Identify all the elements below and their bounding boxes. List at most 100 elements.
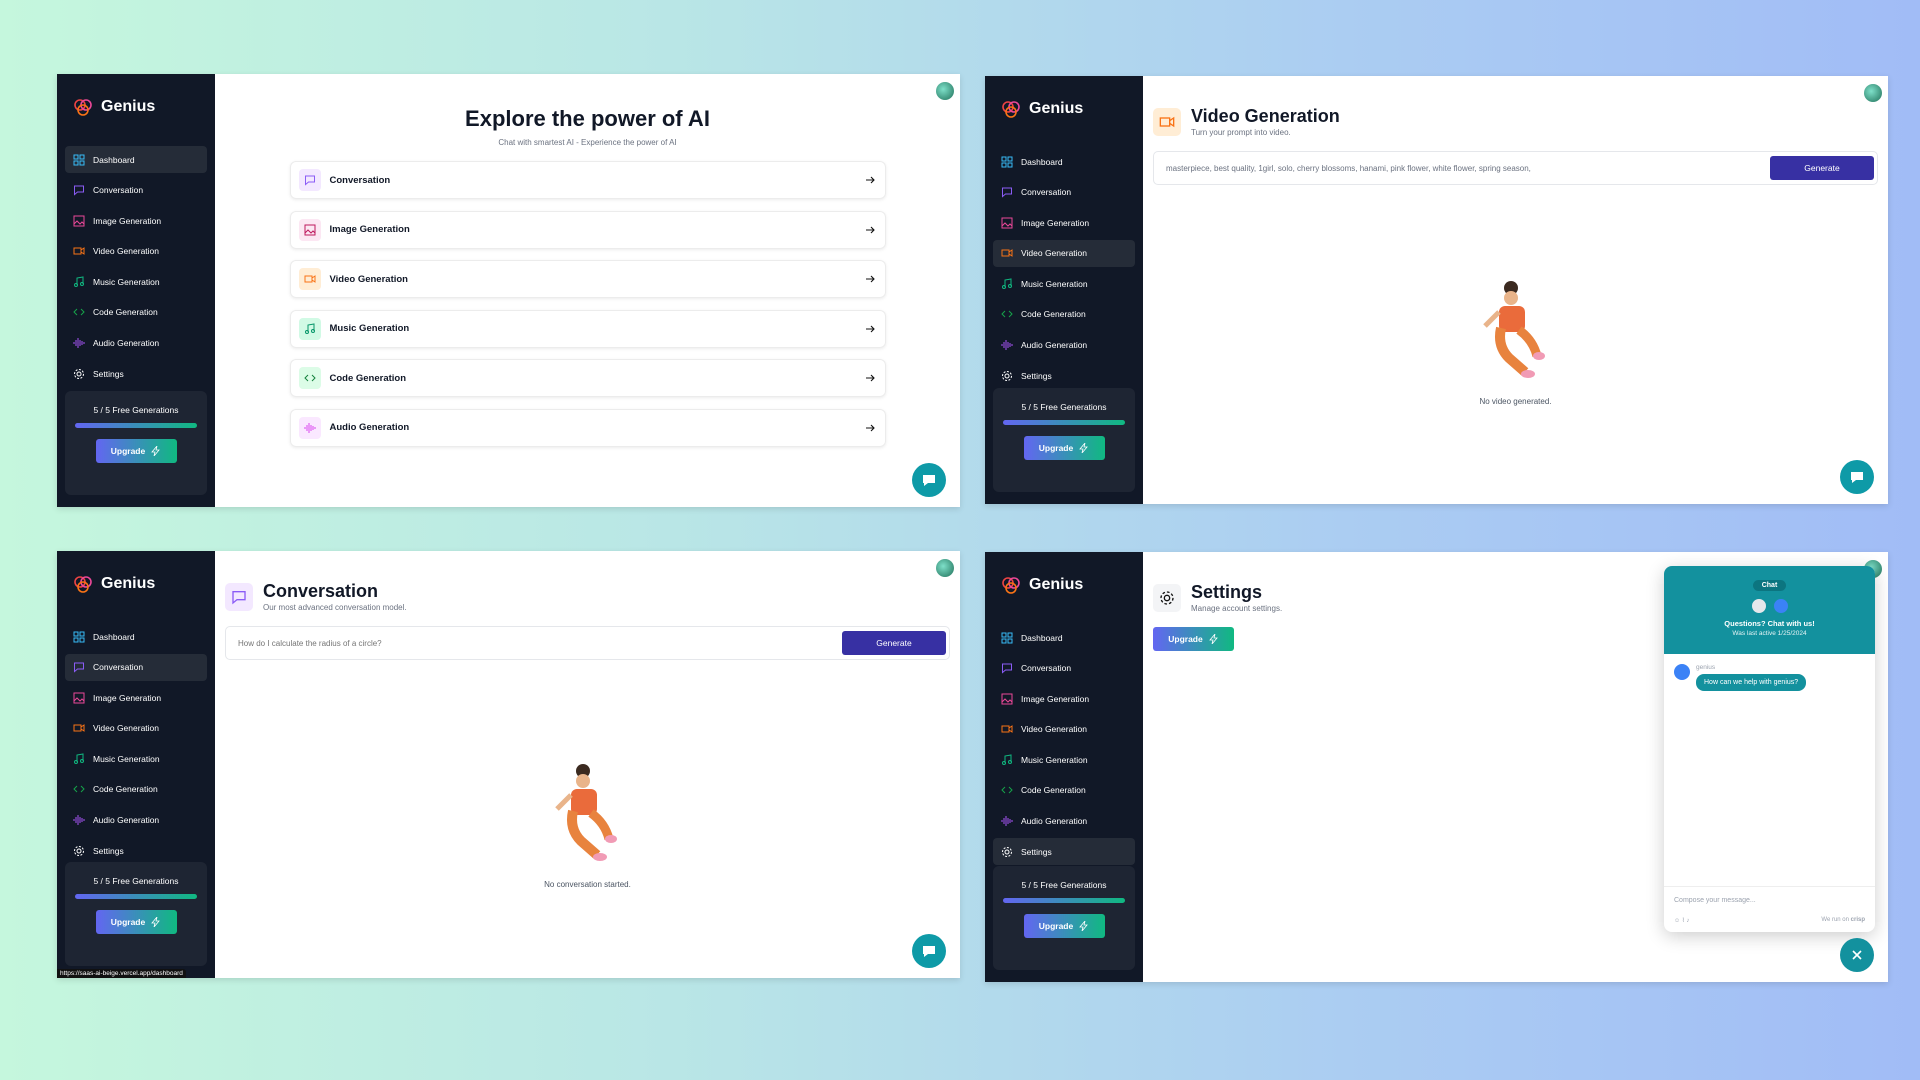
- sidebar-item-music-generation[interactable]: Music Generation: [65, 745, 207, 772]
- tool-card-audio-generation[interactable]: Audio Generation: [289, 408, 886, 447]
- upgrade-button[interactable]: Upgrade: [95, 439, 177, 463]
- arrow-right-icon: [865, 176, 875, 184]
- emoji-icon[interactable]: ☺: [1674, 918, 1680, 924]
- sidebar-item-code-generation[interactable]: Code Generation: [993, 777, 1135, 804]
- video-icon: [1001, 249, 1013, 258]
- sidebar-item-image-generation[interactable]: Image Generation: [993, 209, 1135, 236]
- sidebar-item-audio-generation[interactable]: Audio Generation: [993, 808, 1135, 835]
- zap-icon: [1208, 634, 1218, 644]
- sidebar-item-music-generation[interactable]: Music Generation: [993, 746, 1135, 773]
- logo[interactable]: Genius: [65, 92, 207, 122]
- audio-icon[interactable]: ♪: [1686, 918, 1689, 924]
- settings-upgrade-button[interactable]: Upgrade: [1153, 627, 1234, 651]
- chat-close-button[interactable]: [1840, 938, 1874, 972]
- credit-progress-bar: [1003, 898, 1125, 903]
- sidebar-item-image-generation[interactable]: Image Generation: [65, 684, 207, 711]
- upgrade-button[interactable]: Upgrade: [95, 910, 177, 934]
- attach-icon[interactable]: ⌇: [1682, 918, 1685, 924]
- sidebar-item-settings[interactable]: Settings: [993, 838, 1135, 866]
- sidebar-item-conversation[interactable]: Conversation: [65, 177, 207, 204]
- generate-button[interactable]: Generate: [1770, 156, 1874, 180]
- upgrade-button[interactable]: Upgrade: [1023, 914, 1105, 938]
- tool-icon-box: [298, 317, 321, 340]
- sidebar-item-code-generation[interactable]: Code Generation: [65, 299, 207, 326]
- agent-avatars: [1664, 597, 1875, 615]
- sidebar-item-label: Settings: [93, 845, 124, 856]
- sidebar-item-label: Image Generation: [93, 692, 162, 703]
- logo[interactable]: Genius: [65, 569, 207, 599]
- sidebar-item-conversation[interactable]: Conversation: [993, 655, 1135, 682]
- gear-icon: [1160, 590, 1174, 605]
- chat-footer: ☺ ⌇ ♪ We run on crisp: [1674, 917, 1865, 924]
- sidebar-item-conversation[interactable]: Conversation: [993, 179, 1135, 206]
- prompt-input[interactable]: [238, 638, 842, 648]
- logo[interactable]: Genius: [993, 570, 1135, 600]
- chat-last-active: Was last active 1/25/2024: [1732, 630, 1807, 637]
- arrow-right-icon: [865, 275, 875, 283]
- chat-tab[interactable]: Chat: [1752, 580, 1787, 591]
- empty-state-text: No conversation started.: [544, 880, 631, 889]
- powered-by[interactable]: We run on crisp: [1821, 917, 1865, 924]
- free-credits-card: 5 / 5 Free Generations Upgrade: [65, 862, 207, 966]
- chat-launcher-button[interactable]: [912, 934, 946, 968]
- sidebar-item-label: Music Generation: [93, 753, 160, 764]
- code-icon: [73, 309, 85, 316]
- zap-icon: [151, 917, 161, 927]
- sidebar-item-conversation[interactable]: Conversation: [65, 653, 207, 681]
- sidebar-item-settings[interactable]: Settings: [993, 362, 1135, 389]
- upgrade-label: Upgrade: [1168, 634, 1203, 644]
- sidebar-item-audio-generation[interactable]: Audio Generation: [993, 332, 1135, 359]
- image-icon: [1001, 217, 1013, 229]
- audio-icon: [1001, 816, 1013, 827]
- tool-card-code-generation[interactable]: Code Generation: [289, 359, 886, 397]
- sidebar-item-video-generation[interactable]: Video Generation: [993, 716, 1135, 743]
- sidebar-item-music-generation[interactable]: Music Generation: [993, 270, 1135, 297]
- sidebar-item-code-generation[interactable]: Code Generation: [65, 776, 207, 803]
- sidebar-item-dashboard[interactable]: Dashboard: [993, 148, 1135, 175]
- app-name: Genius: [101, 575, 156, 592]
- chat-launcher-button[interactable]: [1840, 460, 1874, 494]
- sidebar-item-video-generation[interactable]: Video Generation: [65, 715, 207, 742]
- generate-button[interactable]: Generate: [842, 631, 946, 655]
- genius-logo-icon: [74, 576, 92, 593]
- logo[interactable]: Genius: [993, 94, 1135, 124]
- page-header: Conversation Our most advanced conversati…: [215, 551, 960, 612]
- sidebar-item-image-generation[interactable]: Image Generation: [993, 685, 1135, 712]
- empty-state: No video generated.: [1143, 276, 1888, 406]
- tool-card-video-generation[interactable]: Video Generation: [289, 260, 886, 298]
- tool-card-music-generation[interactable]: Music Generation: [289, 309, 886, 348]
- code-icon: [1001, 311, 1013, 318]
- credit-progress-bar: [75, 894, 197, 899]
- upgrade-button[interactable]: Upgrade: [1023, 436, 1105, 460]
- credit-progress-fill: [75, 423, 197, 428]
- sidebar-item-video-generation[interactable]: Video Generation: [65, 238, 207, 265]
- prompt-input[interactable]: [1166, 163, 1770, 173]
- user-avatar[interactable]: [1864, 84, 1882, 102]
- code-icon: [303, 374, 316, 382]
- user-avatar[interactable]: [936, 559, 954, 577]
- sidebar-item-image-generation[interactable]: Image Generation: [65, 207, 207, 234]
- gear-icon: [1002, 370, 1012, 381]
- sidebar-item-music-generation[interactable]: Music Generation: [65, 268, 207, 295]
- sidebar-item-code-generation[interactable]: Code Generation: [993, 301, 1135, 328]
- sidebar-item-label: Conversation: [1021, 187, 1072, 198]
- sidebar-item-dashboard[interactable]: Dashboard: [993, 624, 1135, 651]
- chat-launcher-button[interactable]: [912, 463, 946, 497]
- sidebar-item-dashboard[interactable]: Dashboard: [65, 146, 207, 173]
- sidebar-item-settings[interactable]: Settings: [65, 360, 207, 387]
- tool-label: Conversation: [329, 174, 391, 186]
- tool-card-conversation[interactable]: Conversation: [289, 161, 886, 199]
- sidebar-item-video-generation[interactable]: Video Generation: [993, 239, 1135, 267]
- tool-label: Video Generation: [329, 273, 408, 285]
- sidebar-item-settings[interactable]: Settings: [65, 837, 207, 864]
- message-icon: [74, 662, 84, 673]
- sidebar-item-label: Settings: [1021, 370, 1052, 381]
- prompt-form: Generate: [1153, 151, 1878, 185]
- sidebar-item-audio-generation[interactable]: Audio Generation: [65, 807, 207, 834]
- user-avatar[interactable]: [936, 82, 954, 100]
- tool-card-image-generation[interactable]: Image Generation: [289, 210, 886, 249]
- sidebar-item-dashboard[interactable]: Dashboard: [65, 623, 207, 650]
- compose-field[interactable]: Compose your message...: [1664, 886, 1875, 904]
- sidebar-item-audio-generation[interactable]: Audio Generation: [65, 330, 207, 357]
- empty-illustration: [1482, 281, 1545, 378]
